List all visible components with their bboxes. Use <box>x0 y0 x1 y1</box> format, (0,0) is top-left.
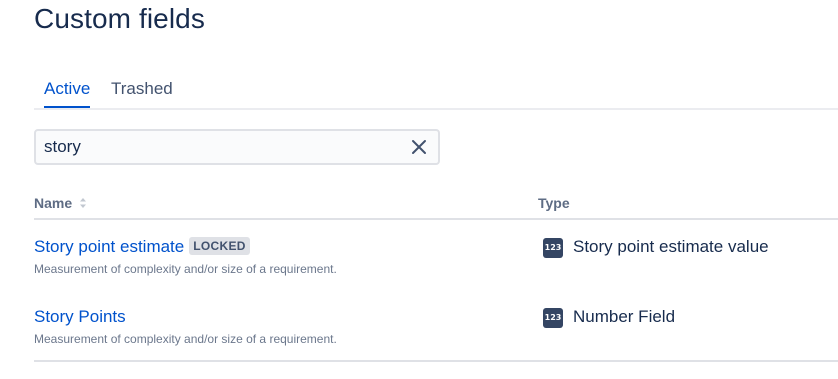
table-row: Story point estimate LOCKED Measurement o… <box>34 220 838 290</box>
column-header-name-label: Name <box>34 195 73 211</box>
field-type-cell: 123 Story point estimate value <box>543 236 769 258</box>
table-header: Name Type <box>34 190 838 220</box>
tab-active[interactable]: Active <box>44 78 91 108</box>
tab-bar: Active Trashed <box>34 78 838 110</box>
column-header-type: Type <box>538 195 570 211</box>
field-description: Measurement of complexity and/or size of… <box>34 332 337 346</box>
tab-selected-indicator <box>44 106 91 108</box>
page-title: Custom fields <box>34 3 205 34</box>
field-name-link[interactable]: Story Points <box>34 307 126 326</box>
field-type-label: Number Field <box>573 307 676 326</box>
search-field <box>34 129 440 165</box>
field-name-link[interactable]: Story point estimate <box>34 237 184 256</box>
field-description: Measurement of complexity and/or size of… <box>34 262 337 276</box>
tab-trashed[interactable]: Trashed <box>111 78 173 100</box>
field-type-label: Story point estimate value <box>573 237 769 256</box>
sort-icon <box>80 198 87 208</box>
tab-active-label: Active <box>44 79 91 98</box>
custom-fields-page: Custom fields Active Trashed Name Type <box>0 0 838 379</box>
custom-fields-table: Name Type Story point estimate LOCKED Mea… <box>34 190 838 362</box>
tab-trashed-label: Trashed <box>111 79 173 98</box>
search-input[interactable] <box>44 134 404 160</box>
field-name-cell: Story Points <box>34 306 126 328</box>
number-field-icon: 123 <box>543 308 563 328</box>
table-row: Story Points Measurement of complexity a… <box>34 290 838 362</box>
locked-badge: LOCKED <box>189 237 250 255</box>
close-icon[interactable] <box>410 138 428 156</box>
field-name-cell: Story point estimate LOCKED <box>34 236 250 258</box>
field-type-cell: 123 Number Field <box>543 306 675 328</box>
number-field-icon: 123 <box>543 238 563 258</box>
column-header-name[interactable]: Name <box>34 195 87 211</box>
